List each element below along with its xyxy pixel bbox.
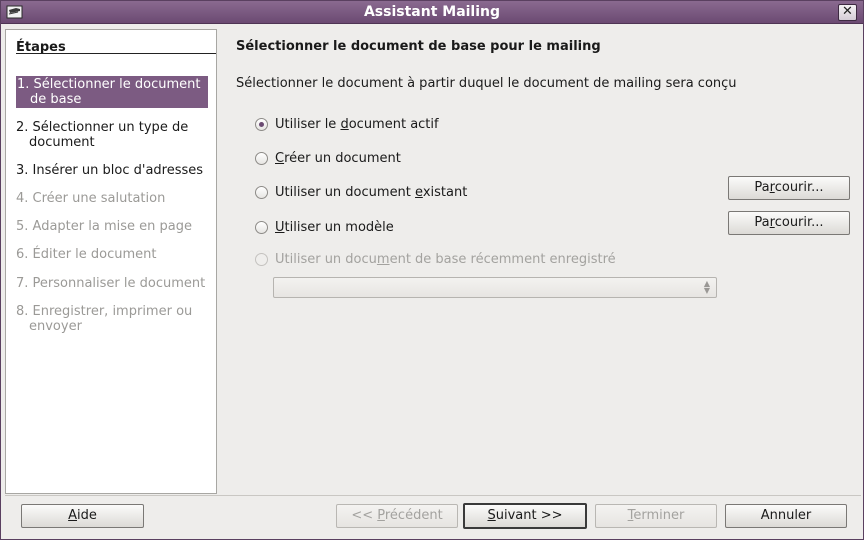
step-adjust-layout: 5. Adapter la mise en page xyxy=(16,219,208,234)
step-label-line: envoyer xyxy=(29,319,82,334)
recent-documents-combobox: ▲ ▼ xyxy=(273,277,717,298)
next-button[interactable]: Suivant >> xyxy=(463,503,587,529)
main-panel: Sélectionner le document de base pour le… xyxy=(219,29,863,494)
page-title: Sélectionner le document de base pour le… xyxy=(236,39,601,54)
close-icon: ✕ xyxy=(842,4,853,19)
option-label: Utiliser un modèle xyxy=(275,219,394,235)
mailing-wizard-window: Assistant Mailing ✕ Étapes 1. Sélectionn… xyxy=(0,0,864,540)
step-insert-address-block[interactable]: 3. Insérer un bloc d'adresses xyxy=(16,163,208,178)
steps-divider xyxy=(16,53,216,54)
finish-button: Terminer xyxy=(595,504,717,528)
step-select-base-document[interactable]: 1. Sélectionner le document de base xyxy=(16,76,208,108)
close-window-button[interactable]: ✕ xyxy=(838,4,857,21)
title-bar[interactable]: Assistant Mailing ✕ xyxy=(1,1,863,24)
option-label: Utiliser le document actif xyxy=(275,116,439,132)
option-label: Utiliser un document existant xyxy=(275,184,468,200)
radio-create-document[interactable] xyxy=(255,151,268,165)
radio-active-document[interactable] xyxy=(255,117,268,131)
step-label-line: 4. Créer une salutation xyxy=(16,191,166,206)
previous-button: << Précédent xyxy=(336,504,458,528)
step-label-line: 2. Sélectionner un type de xyxy=(16,120,189,135)
option-label: Utiliser un document de base récemment e… xyxy=(275,251,616,267)
step-label-line: 8. Enregistrer, imprimer ou xyxy=(16,304,193,319)
step-select-document-type[interactable]: 2. Sélectionner un type de document xyxy=(16,120,208,150)
step-label-line: de base xyxy=(30,92,82,107)
step-save-print-send: 8. Enregistrer, imprimer ou envoyer xyxy=(16,304,208,334)
browse-existing-button[interactable]: Parcourir... xyxy=(728,176,850,200)
option-create-document[interactable]: Créer un document xyxy=(255,149,401,167)
option-use-existing-document[interactable]: Utiliser un document existant xyxy=(255,183,467,201)
step-label-line: 7. Personnaliser le document xyxy=(16,276,206,291)
step-label-line: 5. Adapter la mise en page xyxy=(16,219,192,234)
steps-panel: Étapes 1. Sélectionner le document de ba… xyxy=(5,29,217,494)
option-label: Créer un document xyxy=(275,150,401,166)
step-label-line: 6. Éditer le document xyxy=(16,247,157,262)
step-label-line: 3. Insérer un bloc d'adresses xyxy=(16,163,204,178)
step-label-line: 1. Sélectionner le document xyxy=(17,77,201,92)
help-button[interactable]: Aide xyxy=(21,504,144,528)
cancel-button[interactable]: Annuler xyxy=(725,504,847,528)
option-use-template[interactable]: Utiliser un modèle xyxy=(255,218,394,236)
browse-template-button[interactable]: Parcourir... xyxy=(728,211,850,235)
step-edit-document: 6. Éditer le document xyxy=(16,247,208,262)
step-label-line: document xyxy=(29,135,95,150)
radio-recent-document xyxy=(255,252,268,266)
option-use-recent-document: Utiliser un document de base récemment e… xyxy=(255,250,616,268)
window-title: Assistant Mailing xyxy=(363,4,501,20)
spin-arrows-icon: ▲ ▼ xyxy=(703,279,710,295)
step-personalize-document: 7. Personnaliser le document xyxy=(16,276,208,291)
option-use-active-document[interactable]: Utiliser le document actif xyxy=(255,115,439,133)
radio-template[interactable] xyxy=(255,220,268,234)
step-create-salutation: 4. Créer une salutation xyxy=(16,191,208,206)
radio-existing-document[interactable] xyxy=(255,185,268,199)
footer-divider xyxy=(5,495,861,496)
page-description: Sélectionner le document à partir duquel… xyxy=(236,76,737,91)
